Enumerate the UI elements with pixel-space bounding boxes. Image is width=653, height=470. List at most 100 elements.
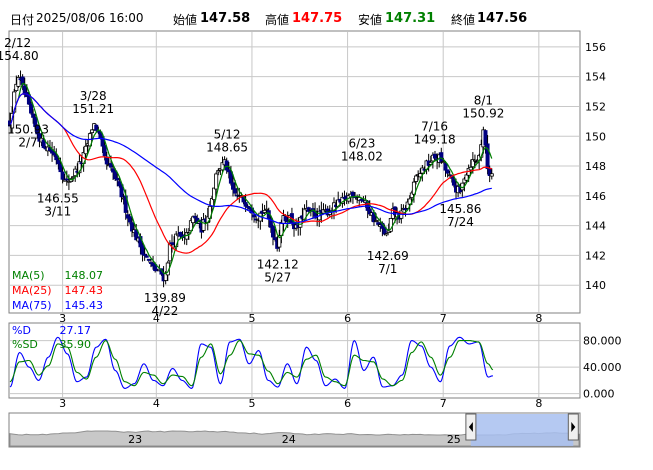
price-annotation: 5/12 [214, 127, 241, 141]
price-annotation: 149.18 [414, 132, 456, 146]
candle-body [104, 156, 109, 165]
candle [388, 217, 393, 233]
candle-body [31, 113, 36, 118]
price-annotation: 4/22 [151, 304, 178, 318]
candle-body [64, 178, 69, 181]
price-annotation: 7/24 [447, 215, 474, 229]
ma-legend-label: MA(75) [12, 299, 52, 312]
osc-x-tick-label: 4 [153, 397, 160, 410]
candle-body [224, 160, 229, 171]
candle-body [142, 253, 147, 256]
candle-body [483, 130, 488, 146]
candle-body [384, 233, 389, 236]
candle-body [374, 220, 379, 222]
price-y-tick-label: 150 [585, 130, 606, 143]
oscillator-y-axis: 0.000 40.000 80.000 [583, 335, 622, 401]
price-annotation: 2/7 [18, 135, 37, 149]
candle-body [472, 159, 477, 162]
price-y-tick-label: 148 [585, 160, 606, 173]
ma-legend-label: MA(5) [12, 269, 45, 282]
candle-body [83, 145, 88, 155]
navigator[interactable]: 23 24 25 [8, 412, 581, 448]
price-annotation: 142.12 [257, 258, 299, 272]
price-annotation: 154.80 [0, 49, 39, 63]
price-annotation: 2/12 [4, 36, 31, 50]
price-annotation: 150.93 [7, 122, 49, 136]
osc-x-tick-label: 3 [59, 397, 66, 410]
candle-body [252, 214, 257, 218]
candle-body [270, 225, 275, 238]
price-annotation: 3/11 [44, 205, 71, 219]
price-annotation: 146.55 [37, 192, 79, 206]
price-annotation: 142.69 [367, 249, 409, 263]
candle-body [216, 170, 221, 173]
ma-legend-value: 145.43 [65, 299, 104, 312]
candle-body [94, 124, 99, 131]
price-annotation: 145.86 [439, 202, 481, 216]
candle-body [60, 171, 65, 180]
price-annotation: 3/28 [80, 89, 107, 103]
candle-body [489, 173, 494, 177]
price-annotation: 7/1 [378, 262, 397, 276]
osc-x-tick-label: 5 [248, 397, 255, 410]
price-y-tick-label: 144 [585, 220, 606, 233]
candle-body [439, 152, 444, 163]
navigator-x-tick-label: 25 [447, 433, 461, 446]
candle-body [414, 175, 419, 182]
candle-body [115, 177, 120, 181]
price-annotation: 5/27 [264, 271, 291, 285]
candle-body [445, 169, 450, 174]
navigator-right-handle[interactable] [567, 413, 579, 441]
price-annotation: 139.89 [144, 291, 186, 305]
candle-body [212, 187, 217, 201]
ma-legend-value: 148.07 [65, 269, 104, 282]
candle-body [54, 154, 59, 161]
navigator-x-tick-label: 24 [282, 433, 296, 446]
price-annotation: 6/23 [348, 137, 375, 151]
osc-legend-label: %D [12, 324, 31, 337]
price-y-axis: 140 142 144 146 148 150 152 154 156 [585, 41, 606, 292]
oscillator-x-axis: 3 4 5 6 7 8 [59, 397, 542, 410]
chart-area: 140142144146148150152154156 345678 2/121… [0, 30, 622, 448]
price-annotation: 151.21 [72, 102, 114, 116]
price-y-tick-label: 152 [585, 100, 606, 113]
candle-body [441, 161, 446, 164]
price-annotation: 150.92 [462, 107, 504, 121]
osc-x-tick-label: 8 [535, 397, 542, 410]
price-annotation: 7/16 [421, 119, 448, 133]
osc-legend-value: 27.17 [60, 324, 92, 337]
candle-body [464, 174, 469, 181]
osc-y-tick-label: 40.000 [583, 361, 622, 374]
candle-body [376, 222, 381, 225]
price-y-tick-label: 140 [585, 279, 606, 292]
candle-body [214, 173, 219, 190]
price-annotation: 8/1 [474, 94, 493, 108]
candle-body [443, 163, 448, 171]
candle-body [108, 163, 113, 168]
candle-body [262, 209, 267, 213]
candle-body [243, 202, 248, 207]
candle-body [56, 159, 61, 165]
candle-body [193, 215, 198, 219]
osc-y-tick-label: 80.000 [583, 335, 622, 348]
candle-body [233, 188, 238, 194]
oscillator-panel-frame [8, 322, 581, 399]
candle-body [90, 129, 95, 134]
candle-body [144, 255, 149, 258]
osc-y-tick-label: 0.000 [583, 388, 615, 401]
osc-x-tick-label: 6 [344, 397, 351, 410]
price-y-tick-label: 154 [585, 71, 606, 84]
price-annotation: 148.02 [341, 150, 383, 164]
navigator-left-handle[interactable] [465, 413, 477, 441]
candle-body [264, 208, 269, 211]
candle-body [146, 258, 151, 261]
price-y-tick-label: 156 [585, 41, 606, 54]
candle-body [273, 237, 278, 241]
navigator-selection[interactable] [470, 414, 574, 446]
price-annotation: 148.65 [206, 140, 248, 154]
navigator-x-tick-label: 23 [128, 433, 142, 446]
candle-body [468, 166, 473, 171]
candle-body [102, 145, 107, 157]
candle-body [140, 244, 145, 255]
osc-legend-value: 35.90 [60, 338, 92, 351]
